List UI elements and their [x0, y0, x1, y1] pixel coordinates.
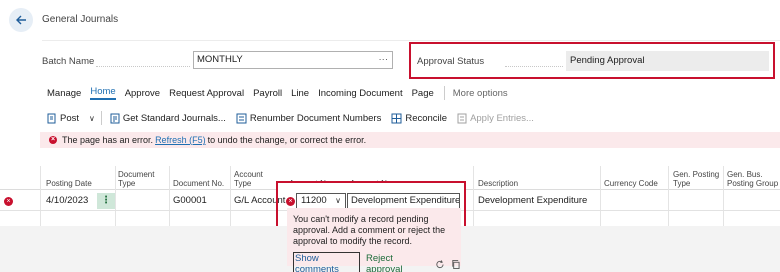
col-description[interactable]: Description — [478, 179, 518, 188]
col-posting-date[interactable]: Posting Date — [46, 179, 92, 188]
reject-approval-link[interactable]: Reject approval — [366, 253, 425, 272]
chevron-down-icon[interactable]: ∨ — [335, 194, 341, 208]
header-divider — [42, 40, 780, 41]
tab-page[interactable]: Page — [412, 88, 434, 99]
refresh-icon[interactable] — [435, 259, 445, 270]
tab-manage[interactable]: Manage — [47, 88, 81, 99]
row-actions-button[interactable]: ⋮ — [97, 193, 115, 209]
col-document-no-label: Document No. — [173, 179, 225, 188]
page-title: General Journals — [42, 14, 119, 25]
batch-name-value: MONTHLY — [197, 54, 243, 65]
get-standard-journals-button[interactable]: Get Standard Journals... — [110, 113, 226, 124]
approval-status-leader — [505, 66, 563, 67]
tab-approve[interactable]: Approve — [125, 88, 160, 99]
popup-actions: Show comments Reject approval — [293, 252, 461, 272]
account-no-field[interactable]: 11200 ∨ — [296, 193, 346, 209]
journal-icon — [110, 113, 120, 123]
col-description-label: Description — [478, 179, 519, 188]
col-gen-bus-line1: Gen. Bus. — [727, 170, 763, 179]
col-currency-code[interactable]: Currency Code — [604, 179, 658, 188]
arrow-left-icon — [16, 15, 26, 25]
col-account-type-line2: Type — [234, 179, 252, 188]
renumber-icon — [236, 113, 247, 123]
col-gen-posting-type-line2: Type — [673, 179, 691, 188]
account-error-icon: × — [286, 197, 295, 206]
tab-home[interactable]: Home — [90, 86, 116, 100]
post-icon — [47, 113, 56, 123]
tab-incoming-document[interactable]: Incoming Document — [318, 88, 402, 99]
reconcile-icon — [391, 113, 402, 123]
tab-divider — [443, 86, 445, 100]
back-button[interactable] — [9, 8, 33, 32]
row-document-no[interactable]: G00001 — [173, 191, 207, 211]
reconcile-label: Reconcile — [405, 112, 448, 124]
approval-status-value: Pending Approval — [566, 51, 769, 71]
col-document-type-line1: Document — [118, 170, 155, 179]
error-notification-bar: × The page has an error. Refresh (F5) to… — [40, 132, 780, 148]
post-button[interactable]: Post — [47, 113, 79, 124]
tab-payroll[interactable]: Payroll — [253, 88, 282, 99]
tab-request-approval[interactable]: Request Approval — [169, 88, 244, 99]
reconcile-button[interactable]: Reconcile — [391, 113, 447, 124]
row-description[interactable]: Development Expenditure — [478, 191, 587, 211]
batch-lookup-icon[interactable]: ··· — [379, 52, 389, 68]
toolbar-divider — [100, 111, 102, 125]
col-document-type[interactable]: Document Type — [118, 170, 154, 188]
action-tabs: Manage Home Approve Request Approval Pay… — [47, 86, 517, 100]
col-gen-bus-line2: Posting Group — [727, 179, 779, 188]
col-gen-posting-type-line1: Gen. Posting — [673, 170, 720, 179]
approval-status-label: Approval Status — [417, 56, 485, 67]
col-document-no[interactable]: Document No. — [173, 179, 224, 188]
account-no-value: 11200 — [301, 195, 327, 206]
post-dropdown[interactable]: ∨ — [89, 114, 95, 123]
error-text-after: to undo the change, or correct the error… — [207, 135, 367, 145]
renumber-label: Renumber Document Numbers — [249, 112, 382, 124]
batch-name-label: Batch Name — [42, 56, 95, 67]
apply-entries-icon — [457, 113, 467, 123]
col-gen-posting-type[interactable]: Gen. Posting Type — [673, 170, 719, 188]
col-account-type[interactable]: Account Type — [234, 170, 263, 188]
batch-name-leader — [96, 66, 190, 67]
action-toolbar: Post ∨ Get Standard Journals... Renumber… — [47, 108, 544, 128]
highlight-mask — [278, 183, 464, 191]
error-icon: × — [49, 136, 57, 144]
renumber-document-numbers-button[interactable]: Renumber Document Numbers — [236, 113, 381, 124]
row-posting-date[interactable]: 4/10/2023 — [46, 191, 88, 211]
apply-entries-button[interactable]: Apply Entries... — [457, 113, 534, 124]
col-posting-date-label: Posting Date — [46, 179, 92, 188]
col-account-type-line1: Account — [234, 170, 263, 179]
approval-error-popup: You can't modify a record pending approv… — [287, 208, 461, 272]
col-document-type-line2: Type — [118, 179, 136, 188]
copy-icon[interactable] — [451, 259, 461, 270]
account-name-field[interactable]: Development Expenditure — [347, 193, 460, 209]
col-currency-code-label: Currency Code — [604, 179, 658, 188]
tab-line[interactable]: Line — [291, 88, 309, 99]
show-comments-link[interactable]: Show comments — [293, 252, 361, 272]
col-gen-bus-posting-group[interactable]: Gen. Bus. Posting Group — [727, 170, 778, 188]
post-label: Post — [60, 112, 80, 124]
row-error-icon: × — [4, 197, 13, 206]
get-standard-journals-label: Get Standard Journals... — [122, 112, 226, 124]
apply-entries-label: Apply Entries... — [470, 112, 534, 124]
refresh-link[interactable]: Refresh (F5) — [155, 135, 206, 145]
error-text: The page has an error. — [62, 135, 154, 145]
more-options-button[interactable]: More options — [453, 88, 508, 99]
chevron-down-icon: ∨ — [89, 113, 95, 123]
batch-name-field[interactable]: MONTHLY ··· — [193, 51, 393, 69]
popup-message: You can't modify a record pending approv… — [293, 214, 446, 246]
